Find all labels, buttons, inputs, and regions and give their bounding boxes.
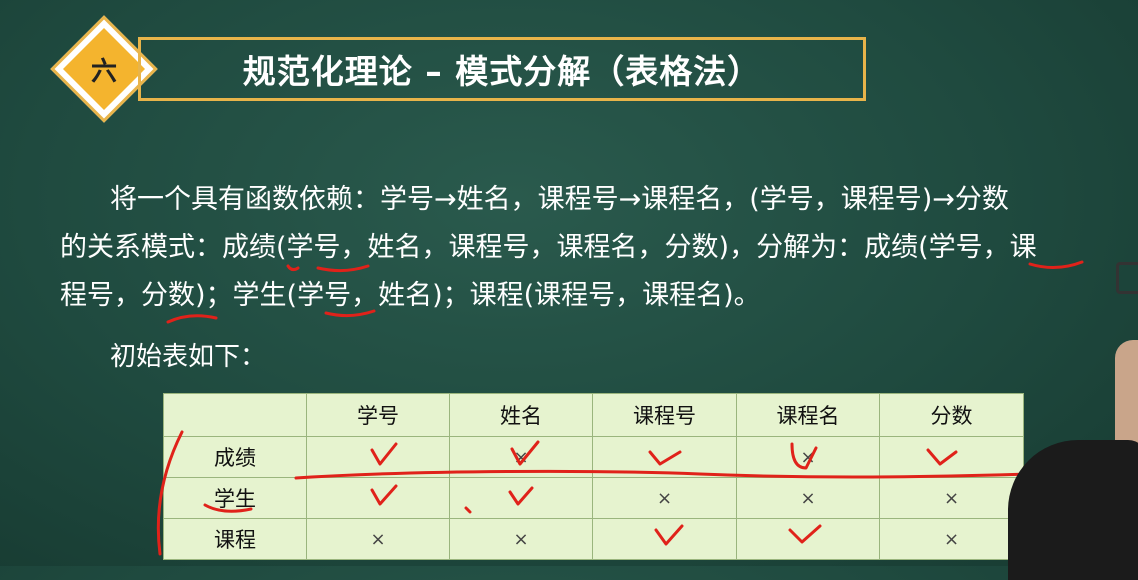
paragraph-line-1: 将一个具有函数依赖：学号→姓名，课程号→课程名，(学号，课程号)→分数	[110, 184, 1009, 215]
slide-title-box: 规范化理论 – 模式分解（表格法）	[138, 37, 866, 101]
description-paragraph: 将一个具有函数依赖：学号→姓名，课程号→课程名，(学号，课程号)→分数 的关系模…	[60, 176, 1138, 320]
table-cell	[306, 436, 450, 478]
row-label-chengji: 成绩	[163, 436, 307, 478]
section-badge-label: 六	[90, 56, 117, 87]
table-cell: ×	[879, 477, 1024, 519]
table-cell	[592, 518, 737, 560]
header-cell-fenshu: 分数	[879, 393, 1024, 437]
table-cell: ×	[592, 477, 737, 519]
header-cell-kechengming: 课程名	[736, 393, 880, 437]
table-cell: ×	[879, 518, 1024, 560]
table-cell: ×	[449, 436, 593, 478]
table-cell: ×	[736, 477, 880, 519]
table-cell	[736, 518, 880, 560]
table-cell	[592, 436, 737, 478]
presenter-glasses	[1116, 262, 1138, 294]
table-cell: ×	[736, 436, 880, 478]
table-row: 学生 × × ×	[163, 477, 1024, 519]
paragraph-line-2: 的关系模式：成绩(学号，姓名，课程号，课程名，分数)，分解为：成绩(学号，课	[60, 232, 1037, 263]
table-intro-text: 初始表如下：	[110, 342, 267, 372]
row-label-kecheng: 课程	[163, 518, 307, 560]
decomposition-table: 学号 姓名 课程号 课程名 分数 成绩 × × 学生 × × × 课程 × × …	[163, 393, 1024, 560]
header-cell-kechenghao: 课程号	[592, 393, 737, 437]
table-row: 课程 × × ×	[163, 518, 1024, 560]
table-cell	[306, 477, 450, 519]
slide-title: 规范化理论 – 模式分解（表格法）	[242, 52, 762, 91]
table-row: 成绩 × ×	[163, 436, 1024, 478]
presenter-silhouette	[1008, 440, 1138, 580]
table-cell: ×	[449, 518, 593, 560]
header-cell-corner	[163, 393, 307, 437]
header-cell-xingming: 姓名	[449, 393, 593, 437]
table-cell	[449, 477, 593, 519]
table-cell	[879, 436, 1024, 478]
paragraph-line-3: 程号，分数)；学生(学号，姓名)；课程(课程号，课程名)。	[60, 280, 761, 311]
table-header-row: 学号 姓名 课程号 课程名 分数	[163, 393, 1024, 437]
row-label-xuesheng: 学生	[163, 477, 307, 519]
header-cell-xuehao: 学号	[306, 393, 450, 437]
table-cell: ×	[306, 518, 450, 560]
